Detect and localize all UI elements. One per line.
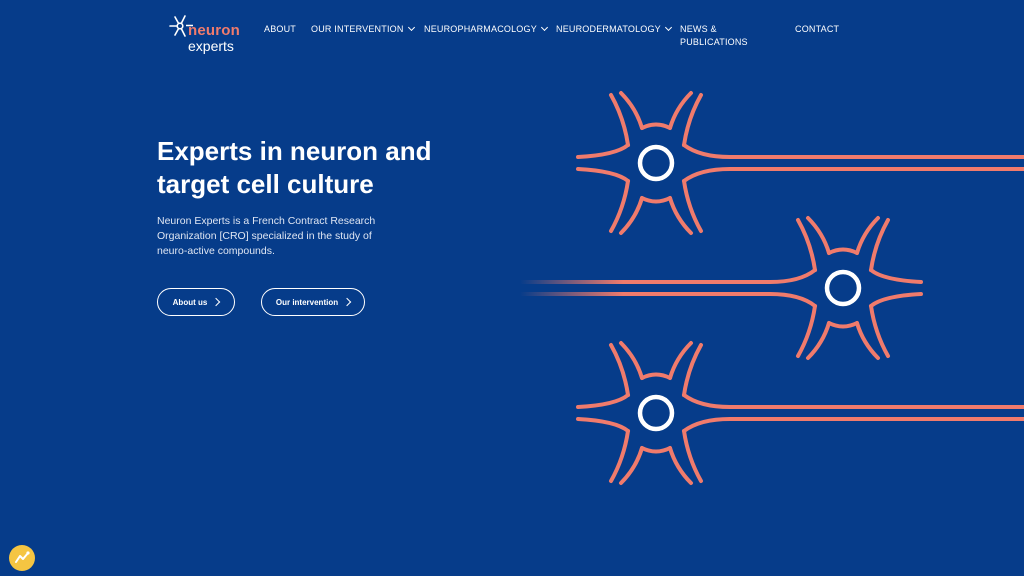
neuron-middle-nucleus xyxy=(824,269,862,307)
cookie-icon xyxy=(15,551,30,563)
neuron-bottom xyxy=(576,341,1024,485)
neuron-bottom-nucleus xyxy=(637,394,675,432)
neuron-top-nucleus xyxy=(637,144,675,182)
cookie-consent-button[interactable] xyxy=(9,545,35,571)
neuron-top xyxy=(576,91,1024,235)
neuron-illustration xyxy=(518,91,1024,485)
